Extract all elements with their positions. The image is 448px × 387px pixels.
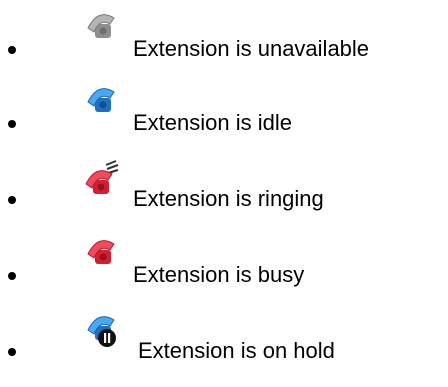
legend-item-unavailable: Extension is unavailable [0,10,448,70]
legend-label: Extension is on hold [138,338,335,363]
legend-label: Extension is ringing [133,186,324,211]
legend-item-on-hold: Extension is on hold [0,312,448,372]
phone-unavailable-icon [80,10,120,50]
bullet [8,348,16,356]
legend-label: Extension is unavailable [133,36,370,61]
phone-on-hold-icon [80,312,120,352]
bullet [8,46,16,54]
bullet [8,120,16,128]
legend-item-ringing: Extension is ringing [0,160,448,220]
phone-busy-icon [80,236,120,276]
bullet [8,272,16,280]
legend-label: Extension is busy [133,262,305,287]
phone-idle-icon [80,84,120,124]
bullet [8,196,16,204]
legend-item-idle: Extension is idle [0,84,448,144]
phone-ringing-icon [80,160,120,200]
legend-item-busy: Extension is busy [0,236,448,296]
legend-label: Extension is idle [133,110,292,135]
